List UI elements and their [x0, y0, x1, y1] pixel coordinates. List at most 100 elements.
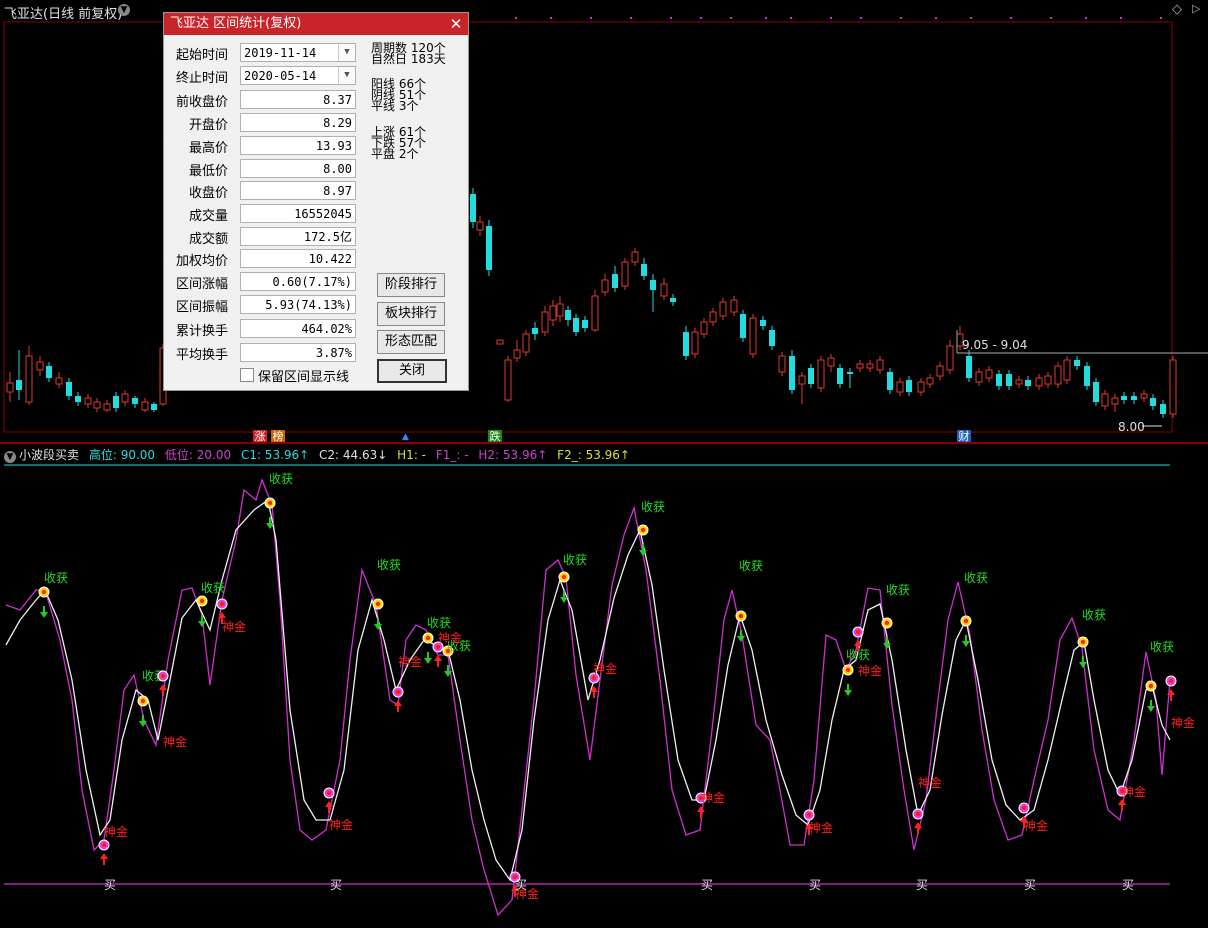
candle-body: [996, 374, 1002, 386]
sell-signal-label: 收获: [44, 571, 68, 585]
signal-dot-core: [884, 620, 890, 626]
candle-body: [6, 382, 14, 393]
candle-body: [650, 280, 656, 290]
signal-dot-core: [845, 667, 851, 673]
candle-body: [1044, 375, 1052, 385]
candle-body: [827, 357, 835, 367]
sector-ranking-button[interactable]: 板块排行: [377, 302, 445, 326]
label-vwap: 加权均价: [175, 254, 228, 269]
stage-ranking-button[interactable]: 阶段排行: [377, 273, 445, 297]
label-prev-close: 前收盘价: [175, 95, 228, 110]
interval-stats-dialog: 飞亚达 区间统计(复权) ✕ 起始时间 2019-11-14 ▼ 终止时间 202…: [163, 12, 469, 391]
candle-body: [837, 368, 843, 384]
volume-field[interactable]: 16552045: [240, 204, 356, 223]
buy-zone-label: 买: [1024, 878, 1036, 892]
amplitude-field[interactable]: 5.93(74.13%): [240, 295, 356, 314]
signal-dot-core: [963, 618, 969, 624]
signal-dot-core: [267, 500, 273, 506]
param-c1: C1: 53.96↑: [240, 448, 310, 462]
buy-signal-label: 神金: [701, 790, 725, 805]
buy-signal-label: 神金: [1171, 715, 1195, 730]
candle-body: [601, 279, 609, 293]
down-arrow-icon: [560, 591, 568, 603]
low-field[interactable]: 8.00: [240, 159, 356, 178]
param-f1: F1_: -: [435, 448, 469, 462]
candle-body: [1063, 359, 1071, 381]
label-turnover-avg: 平均换手: [175, 348, 228, 363]
vwap-field[interactable]: 10.422: [240, 249, 356, 268]
signal-dot-core: [915, 811, 921, 817]
down-arrow-icon: [1079, 656, 1087, 668]
candle-body: [103, 403, 111, 411]
candle-body: [621, 261, 629, 287]
close-price-field[interactable]: 8.97: [240, 181, 356, 200]
candle-body: [975, 371, 983, 383]
turnover-avg-field[interactable]: 3.87%: [240, 343, 356, 362]
label-high: 最高价: [188, 141, 228, 156]
signal-dot-core: [1148, 683, 1154, 689]
close-button[interactable]: 关闭: [377, 359, 447, 383]
candle-body: [641, 264, 647, 276]
dialog-title: 飞亚达 区间统计(复权): [170, 16, 302, 31]
indicator-header: ▼ 小波段买卖 高位: 90.00 低位: 20.00 C1: 53.96↑ C2…: [0, 446, 636, 463]
buy-zone-label: 买: [104, 878, 116, 892]
low-price-label: 8.00: [1118, 420, 1145, 434]
chevron-down-icon[interactable]: ▼: [338, 67, 355, 84]
candle-body: [887, 372, 893, 390]
indicator-name[interactable]: 小波段买卖: [19, 448, 79, 462]
keep-interval-label: 保留区间显示线: [258, 370, 350, 385]
indicator-chart[interactable]: 收获收获收获收获收获收获收获收获收获收获收获收获收获收获收获神金神金神金神金神金…: [0, 444, 1208, 928]
range-label: 9.05 - 9.04: [962, 338, 1027, 352]
stat-days: 自然日 183天: [371, 52, 446, 66]
chevron-down-icon[interactable]: ▼: [4, 451, 16, 463]
candle-body: [470, 194, 476, 222]
label-volume: 成交量: [188, 209, 228, 224]
label-amplitude: 区间振幅: [175, 300, 228, 315]
candle-body: [55, 377, 63, 385]
candle-body: [631, 251, 639, 263]
candle-body: [691, 331, 699, 355]
chevron-down-icon[interactable]: ▼: [118, 4, 130, 16]
diamond-icon[interactable]: ◇: [1172, 2, 1182, 17]
signal-dot-core: [561, 574, 567, 580]
open-field[interactable]: 8.29: [240, 113, 356, 132]
pattern-match-button[interactable]: 形态匹配: [377, 330, 445, 354]
param-high: 高位: 90.00: [88, 448, 156, 462]
signal-dot-core: [199, 598, 205, 604]
high-field[interactable]: 13.93: [240, 136, 356, 155]
label-amount: 成交额: [188, 232, 228, 247]
down-arrow-icon: [1147, 700, 1155, 712]
candle-body: [36, 361, 44, 371]
start-date-picker[interactable]: 2019-11-14 ▼: [240, 43, 356, 62]
candle-body: [532, 328, 538, 334]
signal-dot-core: [160, 673, 166, 679]
close-icon[interactable]: ✕: [447, 15, 465, 33]
turnover-total-field[interactable]: 464.02%: [240, 319, 356, 338]
change-field[interactable]: 0.60(7.17%): [240, 272, 356, 291]
param-h2: H2: 53.96↑: [478, 448, 548, 462]
candle-body: [612, 274, 618, 288]
keep-interval-checkbox[interactable]: [240, 368, 254, 382]
buy-zone-label: 买: [701, 878, 713, 892]
candle-body: [151, 404, 157, 410]
candle-body: [985, 369, 993, 379]
label-low: 最低价: [188, 164, 228, 179]
param-low: 低位: 20.00: [164, 448, 232, 462]
candle-body: [1054, 365, 1062, 385]
dialog-titlebar[interactable]: 飞亚达 区间统计(复权) ✕: [164, 13, 468, 35]
candle-body: [1169, 359, 1177, 415]
sell-signal-label: 收获: [377, 558, 401, 572]
amount-field[interactable]: 172.5亿: [240, 227, 356, 246]
play-icon[interactable]: ▷: [1192, 2, 1200, 15]
candle-body: [113, 396, 119, 408]
candle-body: [504, 359, 512, 401]
param-c2: C2: 44.63↓: [319, 448, 388, 462]
chevron-down-icon[interactable]: ▼: [338, 44, 355, 61]
triangle-marker-icon: ▲: [402, 432, 409, 442]
end-date-picker[interactable]: 2020-05-14 ▼: [240, 66, 356, 85]
up-arrow-icon: [697, 806, 705, 818]
candle-body: [513, 349, 521, 359]
candle-body: [660, 283, 668, 297]
prev-close-field[interactable]: 8.37: [240, 90, 356, 109]
candle-body: [876, 359, 884, 371]
